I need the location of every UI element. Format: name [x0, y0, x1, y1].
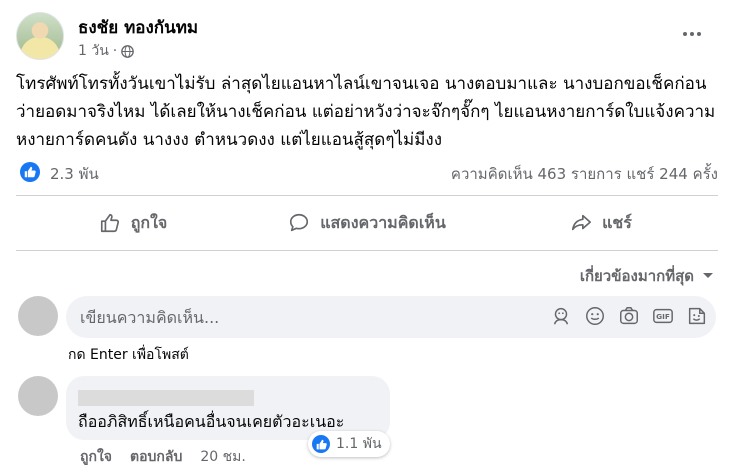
author-avatar[interactable] — [16, 12, 64, 60]
commenter-avatar[interactable] — [18, 376, 58, 416]
comment-icon — [290, 213, 309, 232]
share-button[interactable]: แชร์ — [484, 205, 718, 241]
post-meta: 1 วัน · — [78, 40, 135, 62]
enter-hint: กด Enter เพื่อโพสต์ — [68, 347, 189, 363]
composer-icons: GIF — [550, 305, 708, 327]
more-icon[interactable] — [678, 24, 706, 44]
sticker-icon[interactable] — [686, 305, 708, 327]
post-time[interactable]: 1 วัน — [78, 40, 109, 62]
author-name[interactable]: ธงชัย ทองกันทม — [78, 14, 198, 41]
divider — [16, 195, 718, 196]
like-icon — [100, 213, 119, 233]
comment-sort-dropdown[interactable]: เกี่ยวข้องมากที่สุด — [580, 264, 714, 288]
comment-input[interactable] — [80, 296, 540, 338]
globe-icon — [121, 44, 135, 58]
comment-reaction-count: 1.1 พัน — [336, 436, 382, 452]
comment-reply-button[interactable]: ตอบกลับ — [130, 446, 182, 468]
comment-text: ถืออภิสิทธิ์เหนือคนอื่นจนเคยตัวอะเนอะ — [78, 412, 345, 431]
redacted-commenter-name — [78, 390, 254, 406]
svg-text:GIF: GIF — [656, 312, 670, 321]
post-header: ธงชัย ทองกันทม 1 วัน · — [16, 12, 718, 64]
comment-reactions[interactable]: 1.1 พัน — [308, 431, 390, 457]
post-actions: ถูกใจ แสดงความคิดเห็น แชร์ — [16, 205, 718, 241]
share-icon — [572, 214, 592, 231]
comment-time[interactable]: 20 ชม. — [200, 446, 245, 468]
comment-composer[interactable]: GIF — [66, 296, 716, 338]
camera-icon[interactable] — [618, 305, 640, 327]
like-label: ถูกใจ — [130, 212, 168, 232]
emoji-icon[interactable] — [584, 305, 606, 327]
like-reaction-icon[interactable] — [20, 162, 40, 182]
current-user-avatar[interactable] — [18, 296, 58, 336]
comments-shares-count[interactable]: ความคิดเห็น 463 รายการ แชร์ 244 ครั้ง — [451, 162, 718, 186]
comment-like-button[interactable]: ถูกใจ — [80, 446, 112, 468]
meta-separator: · — [112, 43, 118, 59]
comment-button[interactable]: แสดงความคิดเห็น — [250, 205, 484, 241]
gif-icon[interactable]: GIF — [652, 305, 674, 327]
like-reaction-icon — [312, 435, 330, 453]
share-label: แชร์ — [602, 212, 632, 232]
chevron-down-icon — [703, 273, 713, 278]
like-button[interactable]: ถูกใจ — [16, 205, 250, 241]
comment-label: แสดงความคิดเห็น — [320, 212, 446, 232]
sort-label: เกี่ยวข้องมากที่สุด — [579, 267, 694, 285]
avatar-sticker-icon[interactable] — [550, 305, 572, 327]
divider — [16, 250, 718, 251]
reaction-count[interactable]: 2.3 พัน — [50, 162, 99, 186]
post-stats: 2.3 พัน ความคิดเห็น 463 รายการ แชร์ 244 … — [16, 158, 718, 186]
comment-actions: ถูกใจ ตอบกลับ 20 ชม. — [80, 446, 246, 468]
post-text: โทรศัพท์โทรทั้งวันเขาไม่รับ ล่าสุดไยแอนห… — [16, 74, 716, 150]
